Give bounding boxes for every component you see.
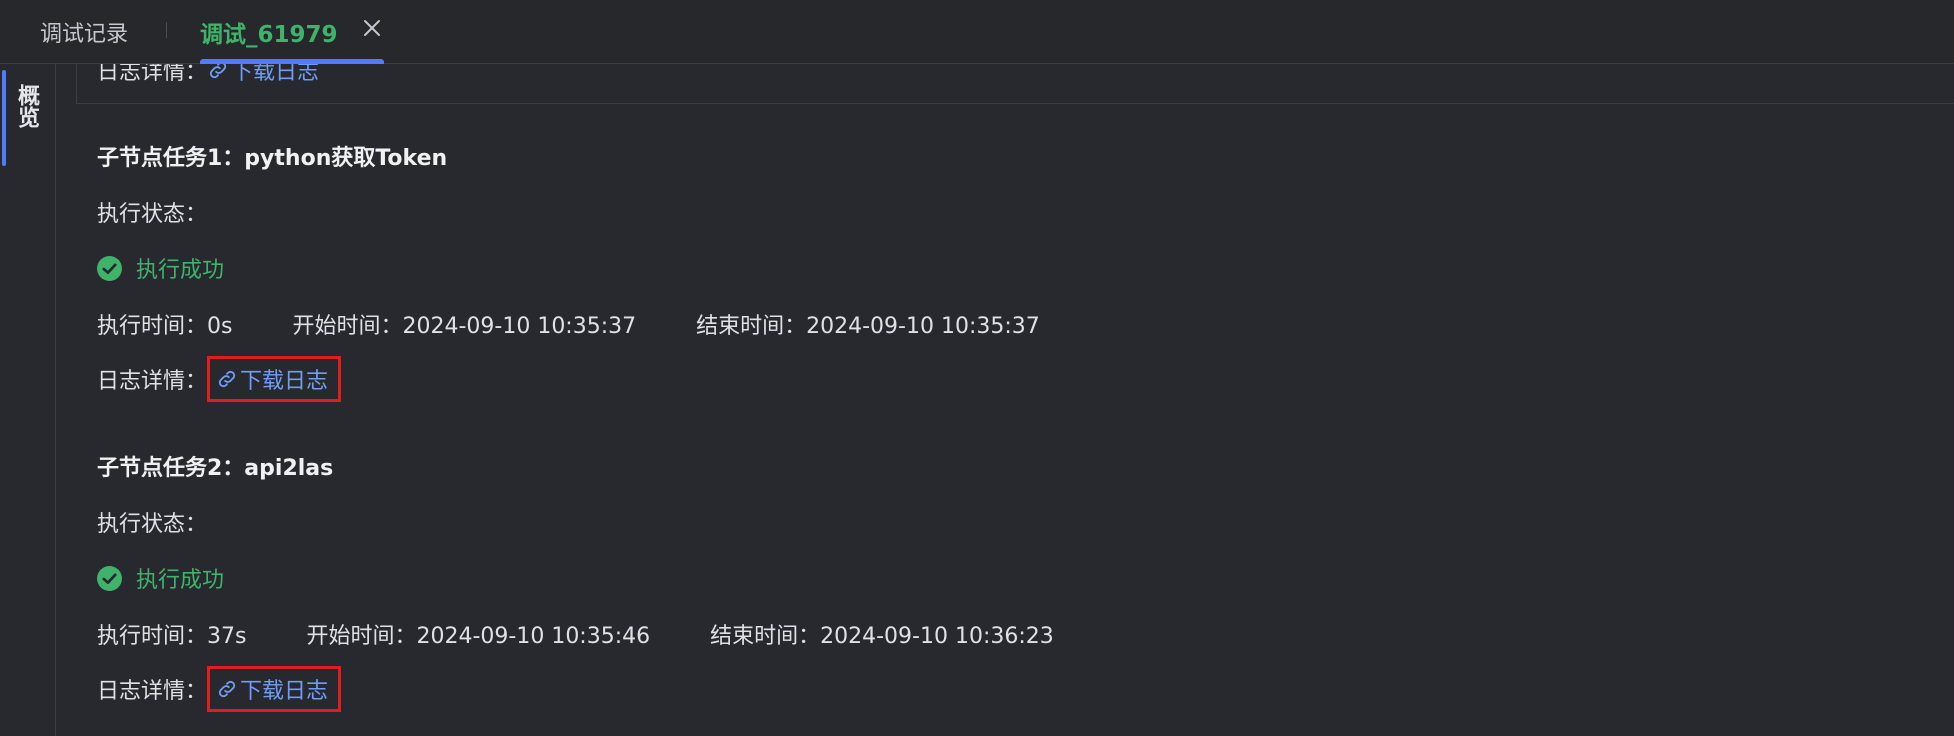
node-2-download-highlight: 下载日志 <box>207 666 342 712</box>
node-2-end-time: 结束时间：2024-09-10 10:36:23 <box>710 624 1054 649</box>
node-2-status-value: 执行成功 <box>136 568 225 593</box>
side-nav-item-overview[interactable]: 概览 <box>14 84 42 128</box>
tab-debug-61979[interactable]: 调试_61979 <box>200 0 338 64</box>
node-1-log-label: 日志详情： <box>97 369 208 394</box>
link-icon <box>209 64 227 79</box>
node-1-download-highlight: 下载日志 <box>207 356 342 402</box>
node-2-status-label: 执行状态： <box>97 512 208 537</box>
tab-debug-records[interactable]: 调试记录 <box>40 0 128 64</box>
node-1-status-value: 执行成功 <box>136 258 225 283</box>
previous-section-frame <box>76 64 1954 104</box>
node-1-title: 子节点任务1：python获取Token <box>97 146 448 171</box>
side-nav: 概览 <box>0 64 56 736</box>
node-2-status: 执行成功 <box>97 562 224 594</box>
node-1-download-log-label: 下载日志 <box>240 369 329 394</box>
node-1-log-row: 日志详情： 下载日志 <box>97 356 342 402</box>
node-1-download-log-link[interactable]: 下载日志 <box>216 363 328 395</box>
node-1-times: 执行时间：0s 开始时间：2024-09-10 10:35:37 结束时间：20… <box>97 308 1040 340</box>
node-1-status: 执行成功 <box>97 252 224 284</box>
node-2-start-time: 开始时间：2024-09-10 10:35:46 <box>306 624 651 649</box>
node-2-title: 子节点任务2：api2las <box>97 456 334 481</box>
previous-download-log-link[interactable]: 下载日志 <box>207 64 319 86</box>
tab-debug-61979-label: 调试_61979 <box>200 22 338 48</box>
side-nav-active-indicator <box>2 70 6 166</box>
node-2-log-row: 日志详情： 下载日志 <box>97 666 342 712</box>
previous-download-log-label: 下载日志 <box>231 64 320 85</box>
close-icon[interactable] <box>358 14 386 42</box>
node-1-end-time: 结束时间：2024-09-10 10:35:37 <box>696 314 1040 339</box>
tab-bar: 调试记录 调试_61979 <box>0 0 1954 64</box>
link-icon <box>218 680 236 698</box>
node-1-start-time: 开始时间：2024-09-10 10:35:37 <box>292 314 637 339</box>
check-circle-icon <box>97 565 122 591</box>
node-2-download-log-label: 下载日志 <box>240 679 329 704</box>
previous-log-row: 日志详情： 下载日志 <box>97 64 319 86</box>
tab-debug-records-label: 调试记录 <box>40 22 129 47</box>
link-icon <box>218 370 236 388</box>
node-2-exec-time: 执行时间：37s <box>97 624 247 649</box>
previous-log-label: 日志详情： <box>97 64 208 85</box>
node-2-download-log-link[interactable]: 下载日志 <box>216 673 328 705</box>
check-circle-icon <box>97 255 122 281</box>
main-content: 日志详情： 下载日志 子节点任务1：python获取Token 执行状态： 执行… <box>56 64 1954 736</box>
node-1-exec-time: 执行时间：0s <box>97 314 233 339</box>
node-1-status-label: 执行状态： <box>97 202 208 227</box>
tab-separator <box>166 22 167 38</box>
node-2-times: 执行时间：37s 开始时间：2024-09-10 10:35:46 结束时间：2… <box>97 618 1054 650</box>
node-2-log-label: 日志详情： <box>97 679 208 704</box>
